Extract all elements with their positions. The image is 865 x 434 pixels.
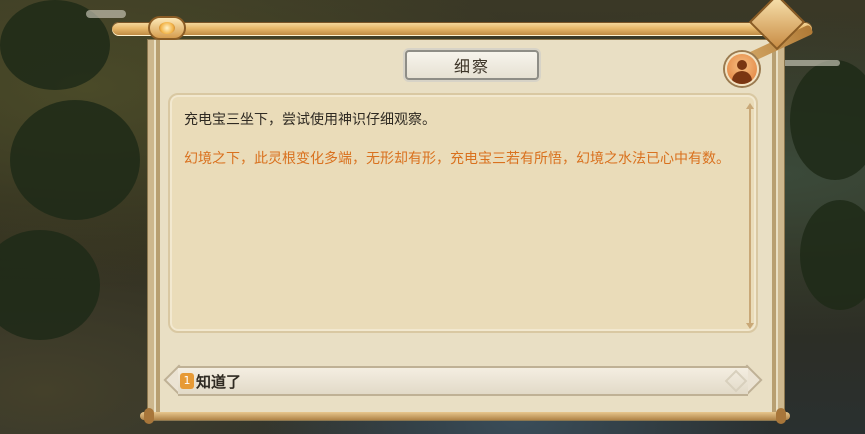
choice-number-badge: 1 (180, 373, 194, 389)
scroll-rod-bottom (140, 408, 790, 424)
choice-label: 知道了 (196, 373, 242, 391)
rod-ornament-icon (148, 16, 186, 40)
dialog-title: 细察 (405, 50, 539, 80)
avatar-button[interactable] (725, 52, 759, 86)
dialog-text-line: 充电宝三坐下，尝试使用神识仔细观察。 (184, 112, 436, 128)
scroll-rod-top (112, 16, 812, 40)
dialog-text-box: 充电宝三坐下，尝试使用神识仔细观察。 幻境之下，此灵根变化多端，无形却有形，充电… (168, 93, 758, 333)
rod-cap-icon (740, 0, 817, 66)
text-scrollbar[interactable] (746, 103, 754, 329)
choice-option-1[interactable]: 1 知道了 (163, 364, 763, 396)
dialog-highlight-text: 幻境之下，此灵根变化多端，无形却有形，充电宝三若有所悟，幻境之水法已心中有数。 (184, 151, 730, 167)
